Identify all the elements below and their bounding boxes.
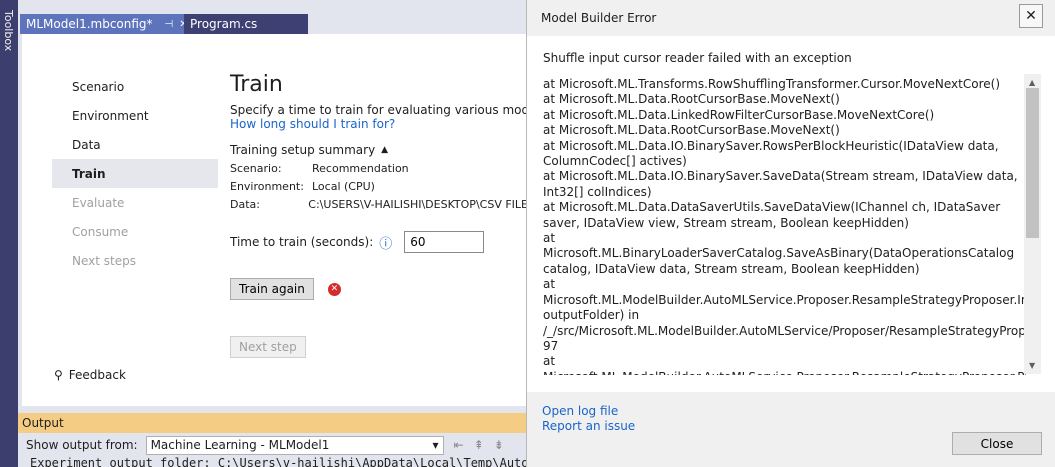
next-message-icon[interactable]: ⇟ (494, 438, 504, 452)
next-step-button: Next step (230, 336, 306, 358)
dialog-close-button[interactable]: ✕ (1019, 4, 1043, 28)
stack-line: at Microsoft.ML.Transforms.RowShufflingT… (543, 77, 1000, 91)
stack-scrollbar[interactable]: ▲ ▼ (1024, 74, 1041, 374)
sidebar-item-next-steps: Next steps (52, 246, 218, 275)
train-again-row: Train again ✕ (230, 278, 528, 300)
info-icon[interactable]: ⓘ (379, 233, 392, 252)
error-icon[interactable]: ✕ (327, 282, 341, 296)
open-log-file-link[interactable]: Open log file (542, 404, 618, 418)
scroll-thumb[interactable] (1026, 88, 1039, 238)
stack-line: at Microsoft.ML.ModelBuilder.AutoMLServi… (543, 354, 1026, 375)
sidebar-item-label: Scenario (72, 79, 125, 94)
summary-value: C:\USERS\V-HAILISHI\DESKTOP\CSV FILE (308, 198, 528, 211)
stack-line: at Microsoft.ML.BinaryLoaderSaverCatalog… (543, 231, 1015, 276)
sidebar-item-train[interactable]: Train (52, 159, 218, 188)
error-message: Shuffle input cursor reader failed with … (543, 51, 852, 65)
step-navigation: Scenario Environment Data Train Evaluate… (52, 72, 218, 275)
train-time-input[interactable] (404, 231, 485, 253)
summary-value: Recommendation (312, 162, 409, 175)
find-message-icon[interactable]: ⇤ (454, 438, 464, 452)
summary-row-scenario: Scenario: Recommendation (230, 162, 528, 175)
sidebar-item-consume: Consume (52, 217, 218, 246)
feedback-link[interactable]: ⚲ Feedback (54, 368, 126, 382)
model-builder-document: Scenario Environment Data Train Evaluate… (22, 34, 550, 406)
report-issue-link[interactable]: Report an issue (542, 419, 635, 433)
page-title: Train (230, 72, 283, 97)
show-output-label: Show output from: (26, 438, 138, 452)
help-link[interactable]: How long should I train for? (230, 117, 528, 131)
tab-program-cs[interactable]: Program.cs (184, 14, 308, 34)
summary-row-environment: Environment: Local (CPU) (230, 180, 528, 193)
stack-trace[interactable]: at Microsoft.ML.Transforms.RowShufflingT… (543, 77, 1026, 375)
output-source-value: Machine Learning - MLModel1 (150, 437, 330, 452)
dialog-title: Model Builder Error (541, 11, 657, 25)
sidebar-item-label: Data (72, 137, 101, 152)
summary-key: Environment: (230, 180, 304, 193)
train-again-button[interactable]: Train again (230, 278, 314, 300)
train-panel: Train Specify a time to train for evalua… (230, 72, 550, 358)
stack-line: at Microsoft.ML.Data.RootCursorBase.Move… (543, 92, 840, 107)
pin-icon[interactable]: ⊣ (165, 19, 174, 30)
summary-key: Scenario: (230, 162, 282, 175)
feedback-label: Feedback (68, 368, 126, 382)
train-time-row: Time to train (seconds): ⓘ (230, 231, 528, 253)
sidebar-item-label: Evaluate (72, 195, 125, 210)
scroll-down-icon[interactable]: ▼ (1029, 361, 1035, 370)
output-source-select[interactable]: Machine Learning - MLModel1 ▾ (145, 435, 444, 455)
error-dialog: Model Builder Error ✕ Shuffle input curs… (526, 0, 1055, 467)
output-text: Experiment output folder: C:\Users\v-hai… (30, 456, 543, 467)
stack-line: at Microsoft.ML.ModelBuilder.AutoMLServi… (543, 277, 1026, 353)
stack-line: at Microsoft.ML.Data.LinkedRowFilterCurs… (543, 107, 935, 122)
toolbox-strip[interactable]: Toolbox (0, 0, 18, 467)
tab-mlmodel1-mbconfig[interactable]: MLModel1.mbconfig* ⊣ ✕ (20, 14, 188, 34)
summary-key: Data: (230, 198, 260, 211)
sidebar-item-label: Next steps (72, 253, 136, 268)
scroll-up-icon[interactable]: ▲ (1029, 78, 1035, 87)
sidebar-item-environment[interactable]: Environment (52, 101, 218, 130)
train-time-label: Time to train (seconds): (230, 235, 374, 249)
chevron-down-icon: ▾ (432, 437, 439, 452)
sidebar-item-scenario[interactable]: Scenario (52, 72, 218, 101)
chevron-up-icon: ▲ (381, 145, 389, 155)
train-subtitle: Specify a time to train for evaluating v… (230, 103, 550, 117)
tab-label: Program.cs (190, 17, 258, 31)
sidebar-item-label: Train (72, 166, 106, 181)
close-button[interactable]: Close (952, 432, 1042, 455)
summary-header-label: Training setup summary (230, 143, 376, 157)
document-tabbar: MLModel1.mbconfig* ⊣ ✕ Program.cs (18, 8, 528, 34)
summary-toggle[interactable]: Training setup summary ▲ (230, 143, 528, 157)
dialog-body: Shuffle input cursor reader failed with … (527, 36, 1055, 392)
stack-line: at Microsoft.ML.Data.DataSaverUtils.Save… (543, 200, 1001, 230)
stack-line: at Microsoft.ML.Data.IO.BinarySaver.Save… (543, 169, 1018, 199)
sidebar-item-label: Environment (72, 108, 149, 123)
sidebar-item-evaluate: Evaluate (52, 188, 218, 217)
summary-row-data: Data: C:\USERS\V-HAILISHI\DESKTOP\CSV FI… (230, 198, 528, 211)
summary-value: Local (CPU) (312, 180, 375, 193)
stack-line: at Microsoft.ML.Data.IO.BinarySaver.Rows… (543, 138, 999, 169)
previous-message-icon[interactable]: ⇞ (474, 438, 484, 452)
close-icon: ✕ (1025, 8, 1037, 24)
output-title-label: Output (22, 416, 64, 430)
feedback-icon: ⚲ (54, 368, 63, 382)
output-toolbar: Show output from: Machine Learning - MLM… (18, 433, 528, 457)
output-panel-title: Output (18, 413, 528, 433)
tab-label: MLModel1.mbconfig* (26, 17, 153, 31)
sidebar-item-data[interactable]: Data (52, 130, 218, 159)
stack-line: at Microsoft.ML.Data.RootCursorBase.Move… (543, 123, 840, 138)
toolbox-label[interactable]: Toolbox (2, 10, 15, 51)
sidebar-item-label: Consume (72, 224, 129, 239)
